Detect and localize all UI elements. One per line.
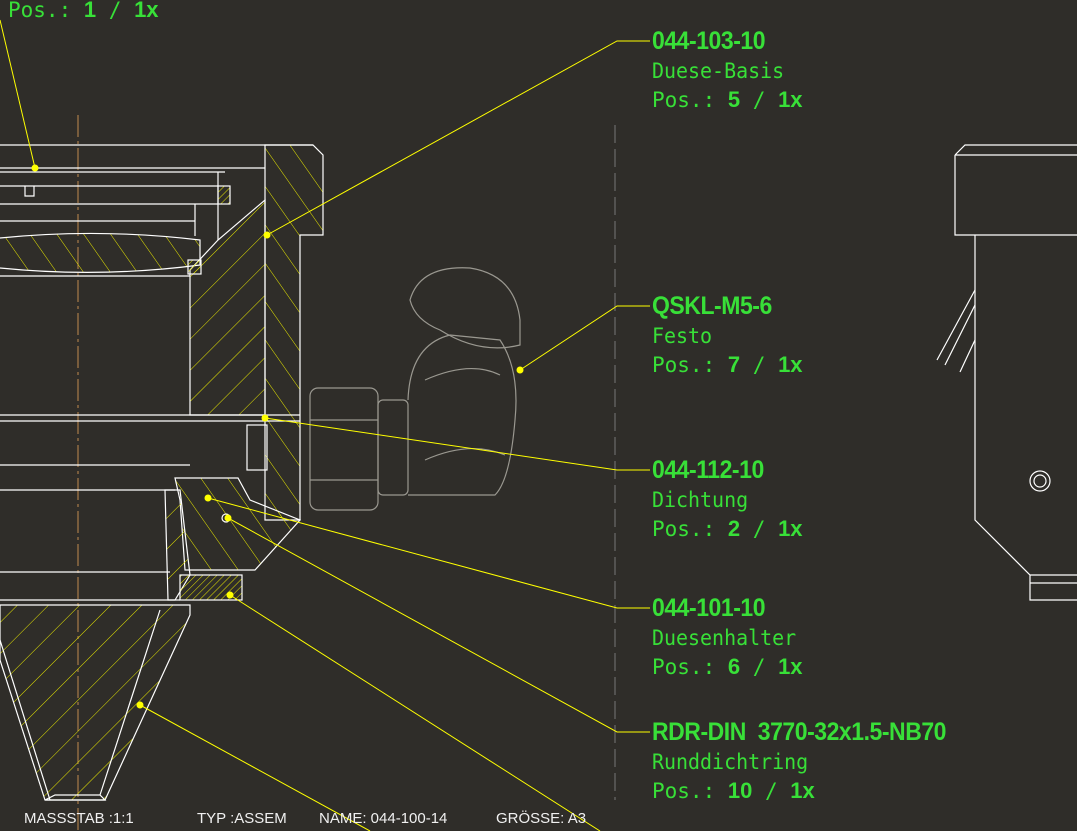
balloon-pos-1[interactable]: Pos.: 1 / 1x — [8, 0, 159, 21]
part-description: Runddichtring — [652, 750, 809, 774]
balloon-pos: Pos.: 10 / 1x — [652, 778, 815, 803]
balloon-044-112-10[interactable]: 044-112-10 Dichtung Pos.: 2 / 1x — [652, 458, 803, 540]
fitting-festo — [309, 267, 521, 511]
title-name: NAME: 044-100-14 — [319, 810, 448, 827]
part-number: 044-101-10 — [652, 594, 766, 622]
part-number: QSKL-M5-6 — [652, 292, 772, 320]
balloon-pos: Pos.: 5 / 1x — [652, 87, 803, 112]
side-view-part — [936, 144, 1077, 601]
part-number: RDR-DIN 3770-32x1.5-NB70 — [652, 718, 947, 746]
part-description: Duese-Basis — [652, 59, 785, 83]
part-number: 044-103-10 — [652, 27, 766, 55]
balloon-pos: Pos.: 7 / 1x — [652, 352, 803, 377]
balloon-044-101-10[interactable]: 044-101-10 Duesenhalter Pos.: 6 / 1x — [652, 596, 804, 678]
balloon-pos: Pos.: 2 / 1x — [652, 516, 803, 541]
assembly-drawing — [0, 19, 1077, 831]
part-description: Dichtung — [652, 488, 749, 512]
balloon-pos: Pos.: 6 / 1x — [652, 654, 803, 679]
title-type: TYP :ASSEM — [197, 810, 287, 827]
balloon-qskl-m5-6[interactable]: QSKL-M5-6 Festo Pos.: 7 / 1x — [652, 294, 803, 376]
balloon-rdr-din[interactable]: RDR-DIN 3770-32x1.5-NB70 Runddichtring P… — [652, 720, 972, 802]
title-scale: MASSSTAB :1:1 — [24, 810, 134, 827]
balloon-044-103-10[interactable]: 044-103-10 Duese-Basis Pos.: 5 / 1x — [652, 29, 803, 111]
balloon-pos: Pos.: 1 / 1x — [8, 0, 159, 22]
part-description: Duesenhalter — [652, 626, 797, 650]
part-number: 044-112-10 — [652, 456, 764, 484]
part-description: Festo — [652, 324, 713, 348]
cad-drawing-canvas[interactable]: Pos.: 1 / 1x 044-103-10 Duese-Basis Pos.… — [0, 0, 1077, 831]
title-size: GRÖSSE: A3 — [496, 810, 587, 827]
part-outlines — [0, 144, 324, 801]
